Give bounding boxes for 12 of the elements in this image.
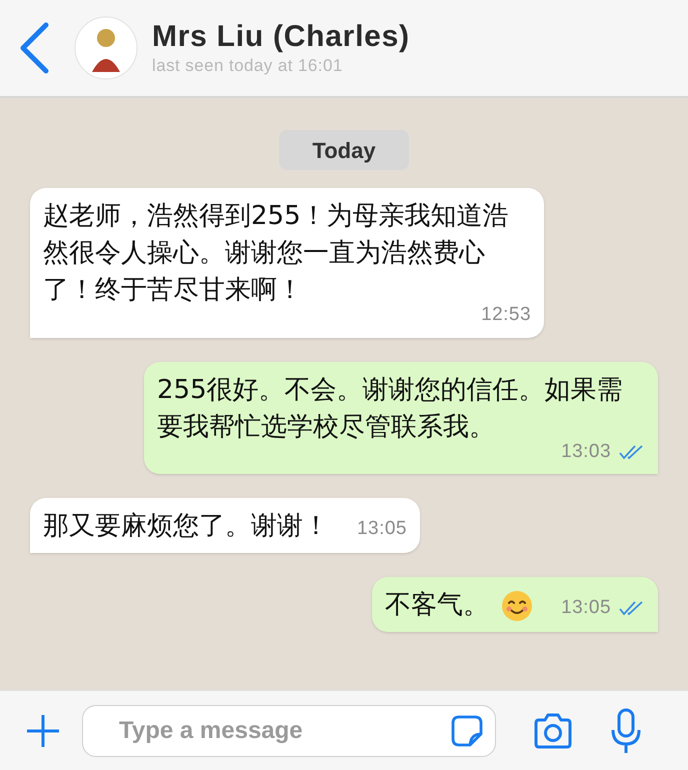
message-text: 不客气。	[385, 589, 490, 622]
microphone-icon[interactable]	[610, 708, 642, 754]
camera-icon[interactable]	[532, 712, 574, 748]
contact-name: Mrs Liu (Charles)	[152, 19, 410, 55]
back-icon[interactable]	[18, 22, 50, 74]
avatar[interactable]	[74, 16, 138, 80]
last-seen-status: last seen today at 16:01	[152, 55, 344, 77]
message-time: 13:05	[561, 596, 611, 620]
sticker-icon[interactable]	[450, 714, 484, 748]
message-input-field[interactable]: Type a message	[82, 704, 496, 756]
message-text: 那又要麻烦您了。谢谢！	[43, 510, 329, 543]
message-time: 13:05	[357, 516, 407, 540]
